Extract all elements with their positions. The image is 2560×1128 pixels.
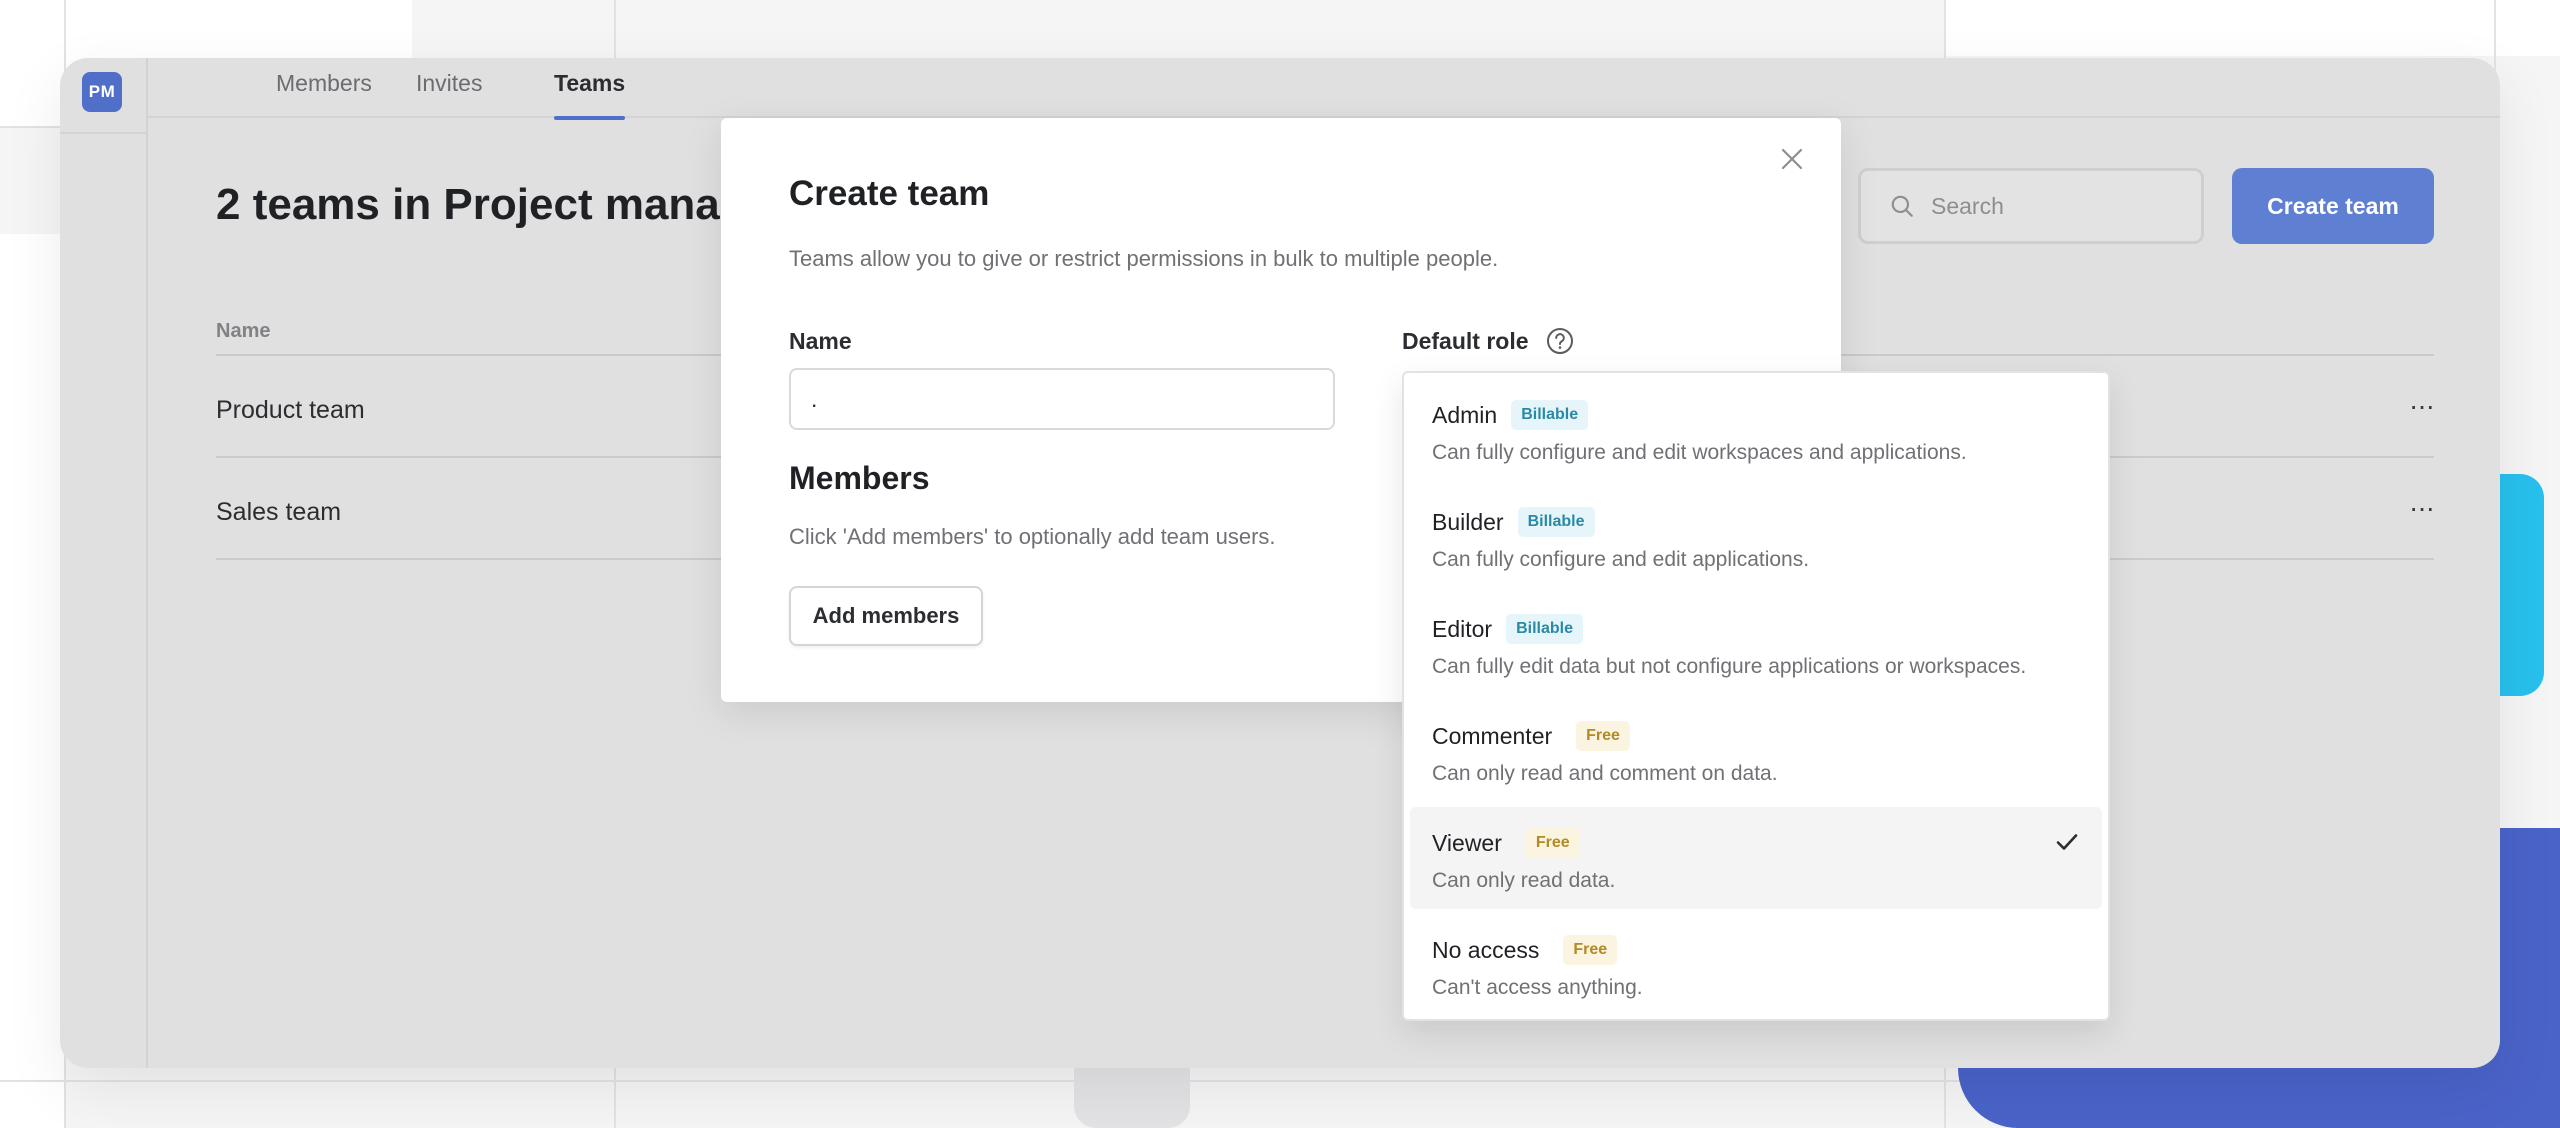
role-description: Can fully configure and edit application… (1432, 548, 1810, 571)
rail-divider (60, 132, 148, 134)
close-button[interactable] (1775, 142, 1809, 176)
name-label: Name (789, 328, 852, 354)
role-description: Can fully edit data but not configure ap… (1432, 655, 2027, 678)
background-chip (1074, 1060, 1190, 1128)
background-panel-right (1944, 0, 2560, 56)
left-rail: PM (60, 58, 148, 1068)
tab-members[interactable]: Members (276, 70, 372, 118)
role-name: No access (1432, 936, 1540, 963)
role-option-no-access[interactable]: No access Free Can't access anything. (1410, 914, 2102, 1016)
role-description: Can't access anything. (1432, 976, 1643, 999)
role-description: Can only read data. (1432, 869, 1616, 892)
help-icon[interactable] (1545, 326, 1575, 356)
role-option-commenter[interactable]: Commenter Free Can only read and comment… (1410, 700, 2102, 802)
column-header-name[interactable]: Name (216, 320, 270, 343)
role-option-builder[interactable]: Builder Billable Can fully configure and… (1410, 486, 2102, 588)
background-panel-left-lower (0, 234, 64, 1128)
role-name: Editor (1432, 615, 1493, 642)
role-description: Can only read and comment on data. (1432, 762, 1778, 785)
close-icon (1781, 148, 1803, 170)
role-option-admin[interactable]: Admin Billable Can fully configure and e… (1410, 379, 2102, 481)
search-input[interactable] (1931, 192, 2191, 220)
page-title: 2 teams in Project manage (216, 180, 772, 229)
role-name: Admin (1432, 401, 1498, 428)
role-option-viewer[interactable]: Viewer Free Can only read data. (1410, 807, 2102, 909)
search-icon (1891, 195, 1913, 217)
role-name: Builder (1432, 508, 1504, 535)
background-grid-line (0, 126, 64, 128)
free-badge: Free (1563, 935, 1618, 965)
modal-description: Teams allow you to give or restrict perm… (789, 246, 1499, 271)
more-options-icon[interactable]: ··· (2409, 390, 2435, 422)
members-heading: Members (789, 460, 930, 496)
default-role-label: Default role (1402, 328, 1529, 354)
members-description: Click 'Add members' to optionally add te… (789, 524, 1276, 549)
free-badge: Free (1525, 828, 1580, 858)
top-tab-bar: Members Invites Teams (148, 58, 2500, 120)
more-options-icon[interactable]: ··· (2409, 492, 2435, 524)
workspace-avatar[interactable]: PM (82, 72, 122, 112)
search-field[interactable] (1858, 168, 2204, 244)
default-role-dropdown[interactable]: Admin Billable Can fully configure and e… (1402, 371, 2110, 1021)
tab-teams[interactable]: Teams (554, 70, 626, 120)
role-name: Viewer (1432, 829, 1502, 856)
add-members-button[interactable]: Add members (789, 586, 983, 646)
create-team-button[interactable]: Create team (2232, 168, 2434, 244)
role-option-editor[interactable]: Editor Billable Can fully edit data but … (1410, 593, 2102, 695)
billable-badge: Billable (1517, 507, 1595, 537)
checkmark-icon (2056, 834, 2078, 850)
team-name: Sales team (216, 498, 342, 526)
billable-badge: Billable (1506, 614, 1583, 644)
role-name: Commenter (1432, 722, 1553, 749)
tab-invites[interactable]: Invites (416, 70, 482, 118)
team-name-input[interactable] (789, 368, 1335, 430)
role-description: Can fully configure and edit workspaces … (1432, 441, 1967, 464)
free-badge: Free (1576, 721, 1630, 751)
billable-badge: Billable (1511, 400, 1589, 430)
modal-title: Create team (789, 174, 990, 213)
team-name: Product team (216, 396, 365, 424)
